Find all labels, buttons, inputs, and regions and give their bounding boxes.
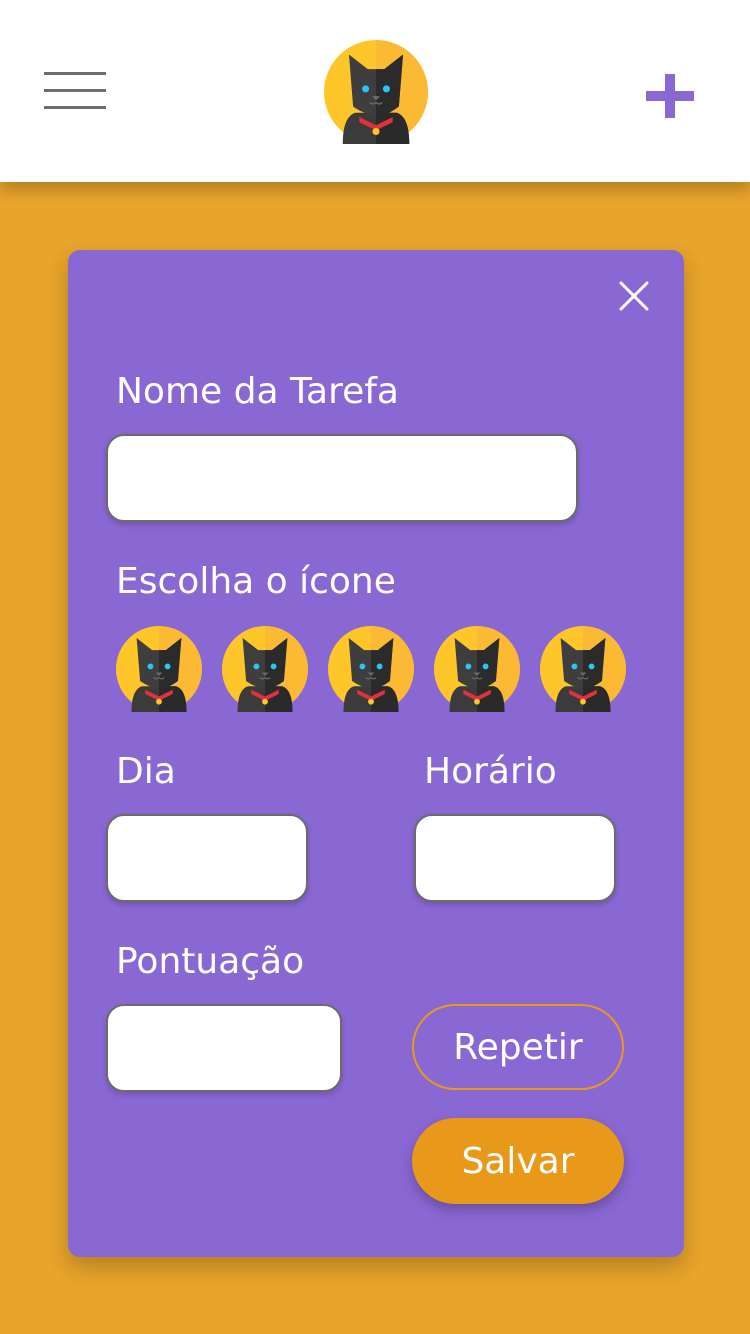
score-label: Pontuação (116, 941, 305, 982)
icon-choice-label: Escolha o ícone (116, 561, 396, 602)
save-button[interactable]: Salvar (412, 1118, 624, 1204)
cat-icon-option-2[interactable] (222, 626, 308, 712)
day-input[interactable] (106, 814, 308, 902)
task-name-label: Nome da Tarefa (116, 371, 399, 412)
menu-bar (44, 106, 106, 109)
close-icon[interactable] (616, 278, 652, 314)
score-input[interactable] (106, 1004, 342, 1092)
plus-icon-vertical (665, 74, 675, 118)
task-name-input[interactable] (106, 434, 578, 522)
day-label: Dia (116, 751, 176, 792)
repeat-button[interactable]: Repetir (412, 1004, 624, 1090)
time-label: Horário (424, 751, 557, 792)
cat-icon-option-5[interactable] (540, 626, 626, 712)
time-input[interactable] (414, 814, 616, 902)
cat-icon-option-1[interactable] (116, 626, 202, 712)
hamburger-menu-icon[interactable] (44, 70, 106, 112)
new-task-card: Nome da Tarefa Escolha o ícone Dia Horár… (68, 250, 684, 1257)
cat-icon-option-4[interactable] (434, 626, 520, 712)
plus-icon[interactable] (646, 74, 694, 118)
menu-bar (44, 89, 106, 92)
menu-bar (44, 72, 106, 75)
cat-icon-option-3[interactable] (328, 626, 414, 712)
app-header (0, 0, 750, 182)
cat-logo-icon (324, 40, 428, 144)
